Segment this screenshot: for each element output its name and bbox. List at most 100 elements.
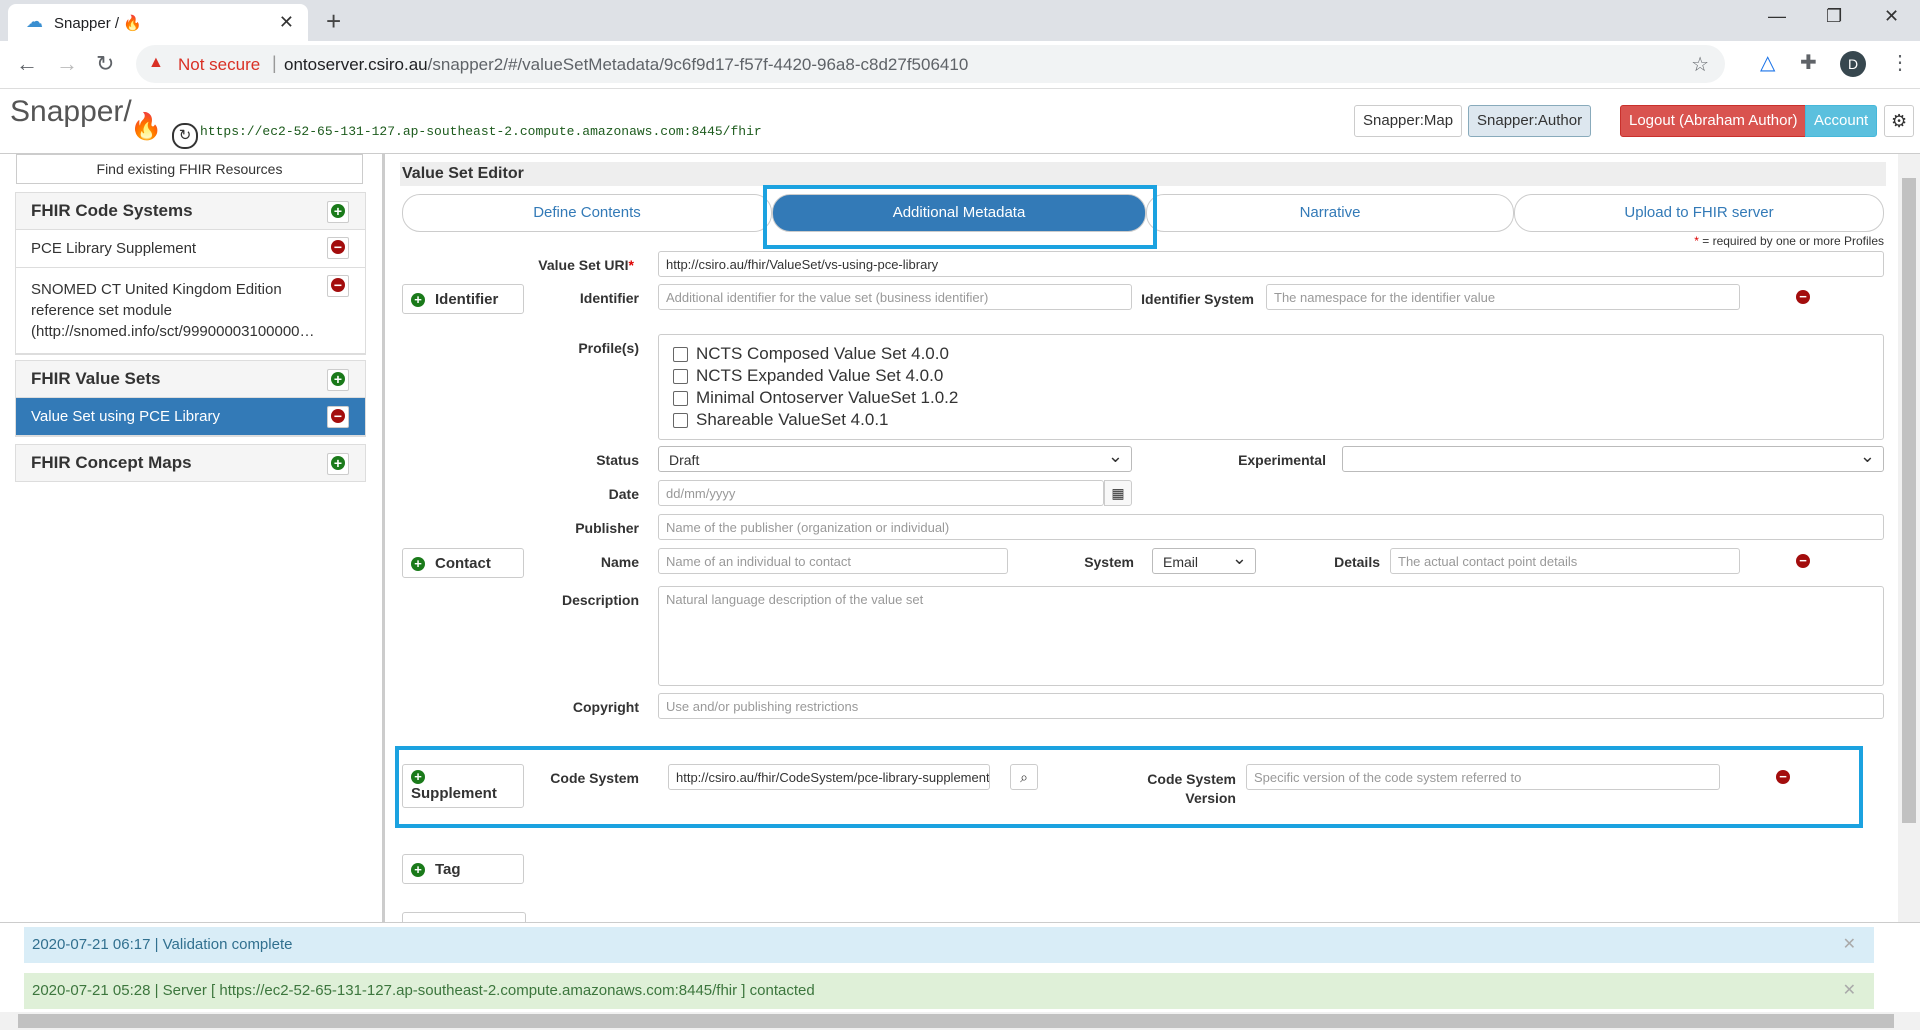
app-header: Snapper/ 🔥 ↻ https://ec2-52-65-131-127.a… xyxy=(0,89,1920,154)
message-area: 2020-07-21 06:17 | Validation complete ✕… xyxy=(0,922,1920,1013)
extension-triangle-icon[interactable]: △ xyxy=(1760,50,1775,75)
dismiss-message-icon[interactable]: ✕ xyxy=(1843,973,1856,1009)
profile-label: Minimal Ontoserver ValueSet 1.0.2 xyxy=(696,388,959,407)
add-value-set-icon[interactable] xyxy=(327,369,349,391)
identifier-label: Identifier xyxy=(579,290,639,306)
profile-checkbox[interactable] xyxy=(673,347,688,363)
maximize-icon[interactable]: ❐ xyxy=(1826,6,1842,27)
url-text[interactable]: ontoserver.csiro.au/snapper2/#/valueSetM… xyxy=(284,55,968,75)
experimental-select[interactable] xyxy=(1342,443,1884,472)
concept-maps-group: FHIR Concept Maps xyxy=(15,444,366,482)
profile-checkbox[interactable] xyxy=(673,413,688,429)
bookmark-star-icon[interactable]: ☆ xyxy=(1691,52,1709,77)
add-tag-button[interactable]: + Tag xyxy=(402,854,524,884)
contact-details-field[interactable]: The actual contact point details xyxy=(1390,548,1740,574)
profile-checkbox-row[interactable]: Minimal Ontoserver ValueSet 1.0.2 xyxy=(673,387,1869,409)
system-label: System xyxy=(1084,554,1134,570)
code-system-label: SNOMED CT United Kingdom Edition referen… xyxy=(31,281,315,340)
calendar-icon[interactable]: ▦ xyxy=(1104,480,1132,506)
refresh-server-icon[interactable]: ↻ xyxy=(172,123,198,149)
profile-checkbox-row[interactable]: NCTS Expanded Value Set 4.0.0 xyxy=(673,365,1869,387)
plus-circle-icon: + xyxy=(411,863,425,878)
logout-button[interactable]: Logout (Abraham Author) xyxy=(1620,105,1807,137)
concept-maps-title: FHIR Concept Maps xyxy=(31,453,192,472)
contact-system-select[interactable]: Email xyxy=(1152,545,1256,574)
address-bar[interactable]: ▲ Not secure | ontoserver.csiro.au/snapp… xyxy=(136,45,1725,83)
identifier-system-label: Identifier System xyxy=(1141,291,1254,307)
find-resources-button[interactable]: Find existing FHIR Resources xyxy=(16,154,363,184)
value-sets-header: FHIR Value Sets xyxy=(16,361,365,398)
browser-menu-icon[interactable]: ⋮ xyxy=(1890,50,1910,75)
browser-tabstrip: ☁ Snapper / 🔥 ✕ + — ❐ ✕ xyxy=(0,0,1920,41)
message-text: 2020-07-21 05:28 | Server [ https://ec2-… xyxy=(32,982,815,999)
snapper-favicon-icon: ☁ xyxy=(26,12,43,31)
status-select[interactable]: Draft xyxy=(658,443,1132,472)
profile-checkbox-row[interactable]: NCTS Composed Value Set 4.0.0 xyxy=(673,343,1869,365)
url-separator: | xyxy=(272,53,277,73)
browser-tab[interactable]: ☁ Snapper / 🔥 ✕ xyxy=(8,4,308,41)
profiles-box: NCTS Composed Value Set 4.0.0 NCTS Expan… xyxy=(658,334,1884,440)
window-close-icon[interactable]: ✕ xyxy=(1884,6,1899,27)
account-button[interactable]: Account xyxy=(1805,105,1878,137)
date-label: Date xyxy=(608,486,639,502)
code-systems-header: FHIR Code Systems xyxy=(16,193,365,230)
snapper-author-button[interactable]: Snapper:Author xyxy=(1468,105,1592,137)
profile-checkbox-row[interactable]: Shareable ValueSet 4.0.1 xyxy=(673,409,1869,431)
minimize-icon[interactable]: — xyxy=(1768,6,1786,27)
settings-gear-icon[interactable]: ⚙ xyxy=(1884,105,1915,137)
uri-required-star: * xyxy=(628,257,634,273)
message-validation: 2020-07-21 06:17 | Validation complete ✕ xyxy=(24,927,1874,963)
tab-close-icon[interactable]: ✕ xyxy=(279,12,294,33)
extensions-puzzle-icon[interactable]: ✚ xyxy=(1800,50,1817,75)
horizontal-scrollbar-thumb[interactable] xyxy=(18,1014,1894,1028)
add-identifier-button[interactable]: + Identifier xyxy=(402,284,524,314)
snapper-logo: Snapper/ xyxy=(10,95,132,128)
value-set-item-selected[interactable]: Value Set using PCE Library xyxy=(16,398,365,436)
value-sets-title: FHIR Value Sets xyxy=(31,369,161,388)
reload-icon[interactable]: ↻ xyxy=(96,51,114,77)
publisher-field[interactable]: Name of the publisher (organization or i… xyxy=(658,514,1884,540)
new-tab-icon[interactable]: + xyxy=(326,6,341,37)
date-field[interactable]: dd/mm/yyyy xyxy=(658,480,1104,506)
code-system-item[interactable]: PCE Library Supplement xyxy=(16,230,365,268)
contact-name-field[interactable]: Name of an individual to contact xyxy=(658,548,1008,574)
code-systems-group: FHIR Code Systems PCE Library Supplement… xyxy=(15,192,366,355)
profiles-label: Profile(s) xyxy=(578,340,639,356)
vertical-scrollbar-thumb[interactable] xyxy=(1902,178,1916,823)
browser-toolbar: ← → ↻ ▲ Not secure | ontoserver.csiro.au… xyxy=(0,41,1920,89)
identifier-field[interactable]: Additional identifier for the value set … xyxy=(658,284,1132,310)
not-secure-label[interactable]: Not secure xyxy=(178,55,260,75)
tab-narrative[interactable]: Narrative xyxy=(1146,194,1514,232)
remove-identifier-icon[interactable]: − xyxy=(1796,290,1810,304)
remove-contact-icon[interactable]: − xyxy=(1796,554,1810,568)
dismiss-message-icon[interactable]: ✕ xyxy=(1843,927,1856,963)
code-system-item[interactable]: SNOMED CT United Kingdom Edition referen… xyxy=(16,268,365,354)
plus-circle-icon: + xyxy=(411,293,425,308)
tab-define-contents[interactable]: Define Contents xyxy=(402,194,772,232)
profile-checkbox[interactable] xyxy=(673,369,688,385)
copyright-field[interactable]: Use and/or publishing restrictions xyxy=(658,693,1884,719)
forward-icon[interactable]: → xyxy=(56,51,78,77)
tab-upload-fhir[interactable]: Upload to FHIR server xyxy=(1514,194,1884,232)
highlight-additional-metadata xyxy=(763,185,1157,249)
profile-checkbox[interactable] xyxy=(673,391,688,407)
snapper-map-button[interactable]: Snapper:Map xyxy=(1354,105,1463,137)
status-label: Status xyxy=(596,452,639,468)
value-set-uri-field[interactable]: http://csiro.au/fhir/ValueSet/vs-using-p… xyxy=(658,251,1884,277)
message-server: 2020-07-21 05:28 | Server [ https://ec2-… xyxy=(24,973,1874,1009)
add-contact-button[interactable]: + Contact xyxy=(402,548,524,578)
add-concept-map-icon[interactable] xyxy=(327,453,349,475)
back-icon[interactable]: ← xyxy=(16,51,38,77)
description-textarea[interactable]: Natural language description of the valu… xyxy=(658,586,1884,686)
tag-button-label: Tag xyxy=(435,861,461,878)
resource-sidebar: Find existing FHIR Resources FHIR Code S… xyxy=(0,154,385,922)
add-code-system-icon[interactable] xyxy=(327,201,349,223)
code-system-label: PCE Library Supplement xyxy=(31,240,197,257)
profile-avatar[interactable]: D xyxy=(1840,51,1866,77)
browser-tab-title: Snapper / 🔥 xyxy=(54,15,142,32)
remove-value-set-icon[interactable] xyxy=(327,406,349,428)
remove-code-system-icon[interactable] xyxy=(327,237,349,259)
remove-code-system-icon[interactable] xyxy=(327,275,349,297)
identifier-system-field[interactable]: The namespace for the identifier value xyxy=(1266,284,1740,310)
value-set-uri-label-text: Value Set URI xyxy=(538,257,629,273)
